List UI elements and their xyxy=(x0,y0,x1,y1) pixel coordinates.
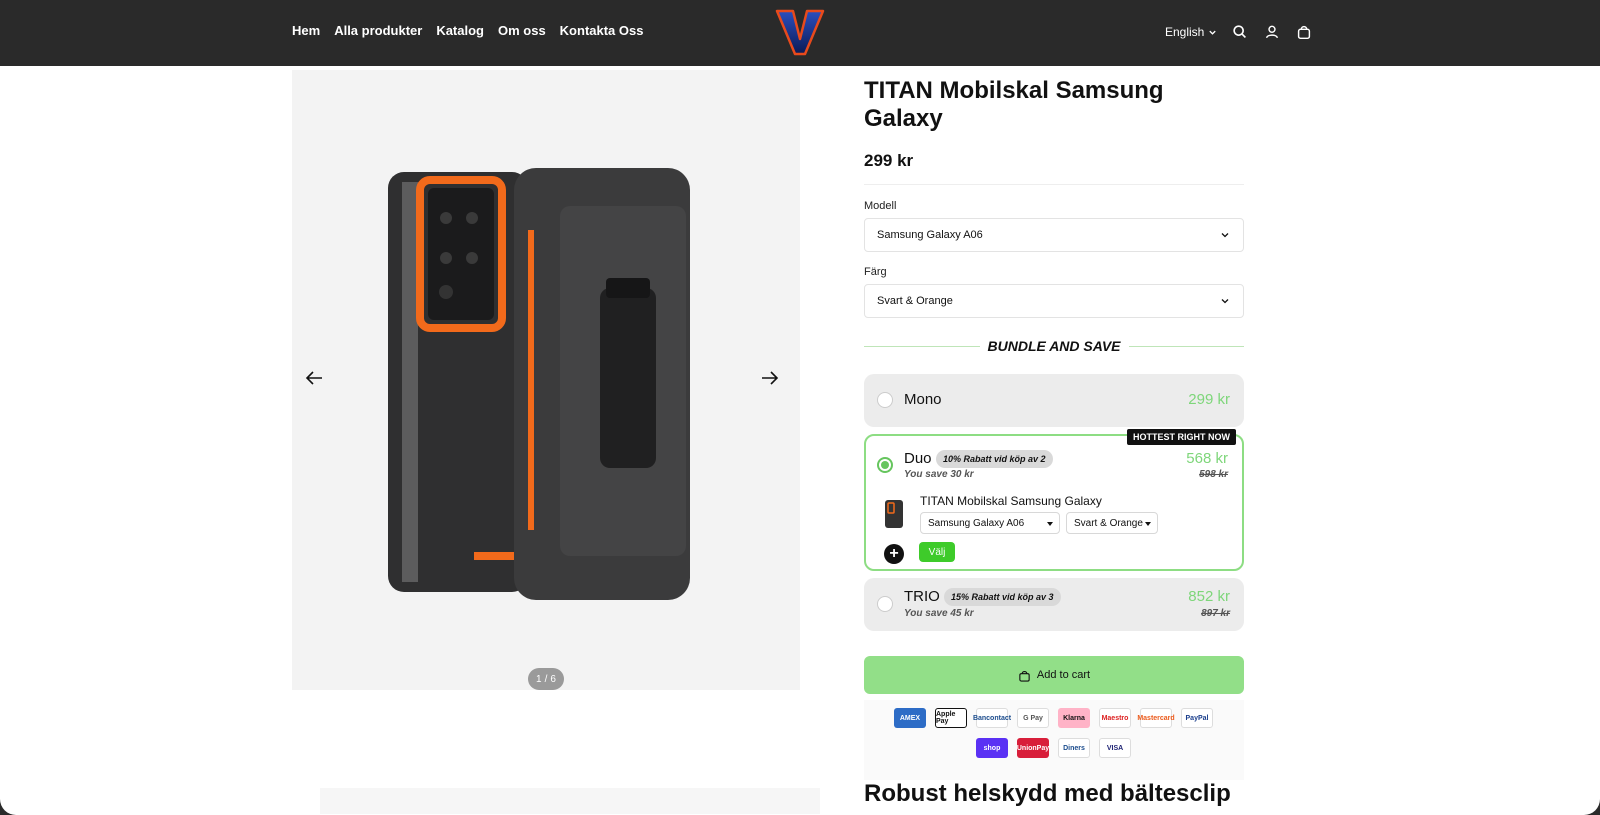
color-select-value: Svart & Orange xyxy=(877,295,953,307)
main-nav: Hem Alla produkter Katalog Om oss Kontak… xyxy=(292,23,643,38)
add-item-icon[interactable]: + xyxy=(884,544,904,564)
site-header: Hem Alla produkter Katalog Om oss Kontak… xyxy=(0,0,1600,66)
previous-image-icon[interactable] xyxy=(302,366,326,390)
model-select-value: Samsung Galaxy A06 xyxy=(877,229,983,241)
discount-badge: 15% Rabatt vid köp av 3 xyxy=(944,588,1061,606)
counter-total: 6 xyxy=(550,673,556,685)
nav-about[interactable]: Om oss xyxy=(498,23,546,38)
divider xyxy=(1128,345,1245,347)
next-image-icon[interactable] xyxy=(758,366,782,390)
option-old-price: 897 kr xyxy=(1201,608,1230,619)
option-name: TRIO xyxy=(904,588,940,605)
option-name: Mono xyxy=(904,391,942,408)
language-selector[interactable]: English xyxy=(1165,25,1217,39)
bundle-option-duo[interactable]: HOTTEST RIGHT NOW Duo 10% Rabatt vid köp… xyxy=(864,429,1244,571)
sub-item-model-select[interactable]: Samsung Galaxy A06 xyxy=(920,512,1060,534)
product-page: 1 / 6 TITAN Mobilskal Samsung Galaxy 299… xyxy=(0,66,1600,815)
sub-item-model-value: Samsung Galaxy A06 xyxy=(928,517,1025,529)
nav-home[interactable]: Hem xyxy=(292,23,320,38)
product-image xyxy=(388,168,690,600)
color-label: Färg xyxy=(864,266,887,278)
apple-pay-icon: Apple Pay xyxy=(935,708,967,728)
model-label: Modell xyxy=(864,200,897,212)
caret-down-icon xyxy=(1145,522,1151,526)
unionpay-icon: UnionPay xyxy=(1017,738,1049,758)
visa-icon: VISA xyxy=(1099,738,1131,758)
sub-item-thumbnail xyxy=(885,500,903,528)
discount-badge: 10% Rabatt vid köp av 2 xyxy=(936,450,1053,468)
klarna-icon: Klarna xyxy=(1058,708,1090,728)
cart-add-icon xyxy=(1019,670,1030,682)
divider xyxy=(864,345,980,347)
divider xyxy=(864,184,1244,185)
amex-icon: AMEX xyxy=(894,708,926,728)
diners-club-icon: Diners xyxy=(1058,738,1090,758)
search-icon[interactable] xyxy=(1231,23,1249,41)
radio-button[interactable] xyxy=(877,457,893,473)
account-icon[interactable] xyxy=(1263,23,1281,41)
counter-current: 1 xyxy=(536,673,542,685)
google-pay-icon: G Pay xyxy=(1017,708,1049,728)
sub-item-color-select[interactable]: Svart & Orange xyxy=(1066,512,1158,534)
option-price: 852 kr xyxy=(1188,588,1230,605)
faded-strip xyxy=(320,788,820,814)
cart-icon[interactable] xyxy=(1295,23,1313,41)
nav-all-products[interactable]: Alla produkter xyxy=(334,23,422,38)
payment-methods: AMEX Apple Pay Bancontact G Pay Klarna M… xyxy=(864,700,1244,780)
caret-down-icon xyxy=(1047,522,1053,526)
language-label: English xyxy=(1165,25,1205,39)
bancontact-icon: Bancontact xyxy=(973,708,1011,728)
model-select[interactable]: Samsung Galaxy A06 xyxy=(864,218,1244,252)
nav-catalog[interactable]: Katalog xyxy=(436,23,484,38)
chevron-down-icon xyxy=(1221,233,1229,238)
chevron-down-icon xyxy=(1221,299,1229,304)
description-heading: Robust helskydd med bältesclip xyxy=(864,780,1231,807)
bundle-heading-text: BUNDLE AND SAVE xyxy=(987,338,1121,354)
option-price: 299 kr xyxy=(1188,391,1230,408)
choose-button[interactable]: Välj xyxy=(919,542,955,562)
savings-text: You save 45 kr xyxy=(904,608,974,619)
bundle-option-trio[interactable]: TRIO 15% Rabatt vid köp av 3 You save 45… xyxy=(864,578,1244,631)
image-counter: 1 / 6 xyxy=(528,668,564,690)
sub-item-color-value: Svart & Orange xyxy=(1074,517,1143,529)
option-price: 568 kr xyxy=(1186,450,1228,467)
nav-contact[interactable]: Kontakta Oss xyxy=(560,23,644,38)
add-to-cart-button[interactable]: Add to cart xyxy=(864,656,1244,694)
counter-separator: / xyxy=(544,673,548,685)
sub-item-title: TITAN Mobilskal Samsung Galaxy xyxy=(920,494,1102,508)
maestro-icon: Maestro xyxy=(1099,708,1131,728)
paypal-icon: PayPal xyxy=(1181,708,1213,728)
bundle-heading: BUNDLE AND SAVE xyxy=(864,338,1245,354)
option-old-price: 598 kr xyxy=(1199,469,1228,480)
savings-text: You save 30 kr xyxy=(904,469,974,480)
hottest-badge: HOTTEST RIGHT NOW xyxy=(1127,429,1236,445)
brand-logo[interactable] xyxy=(773,7,827,57)
header-actions: English xyxy=(1165,23,1313,41)
radio-button[interactable] xyxy=(877,392,893,408)
shop-pay-icon: shop xyxy=(976,738,1008,758)
option-name: Duo xyxy=(904,450,932,467)
product-gallery[interactable]: 1 / 6 xyxy=(292,70,800,690)
bundle-option-mono[interactable]: Mono 299 kr xyxy=(864,374,1244,427)
product-title: TITAN Mobilskal Samsung Galaxy xyxy=(864,77,1164,132)
color-select[interactable]: Svart & Orange xyxy=(864,284,1244,318)
product-price: 299 kr xyxy=(864,151,914,170)
add-to-cart-label: Add to cart xyxy=(1036,669,1091,681)
radio-button[interactable] xyxy=(877,596,893,612)
chevron-down-icon xyxy=(1209,30,1217,35)
mastercard-icon: Mastercard xyxy=(1137,708,1175,728)
